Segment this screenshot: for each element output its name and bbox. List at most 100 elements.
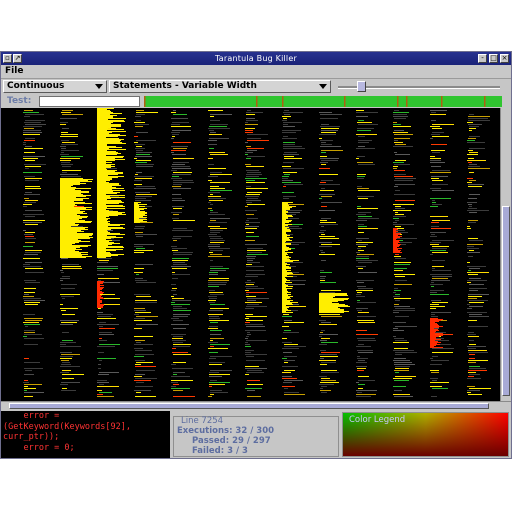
statement-mark [60,346,81,347]
statement-mark [136,154,150,155]
statement-mark [319,184,340,185]
statement-mark [282,294,291,295]
statement-mark [393,342,409,343]
statement-mark [171,318,179,319]
statement-mark [135,300,157,301]
statement-mark [282,235,290,236]
statement-mark [172,272,175,273]
statement-mark [61,364,71,365]
statement-mark [284,394,305,395]
slider-thumb[interactable] [357,81,366,92]
display-select[interactable]: Statements - Variable Width [109,80,331,93]
statement-mark [282,261,293,262]
statement-mark [357,156,365,157]
statement-mark [469,290,478,291]
statement-mark [97,234,125,235]
maximize-icon[interactable]: □ [489,54,498,63]
statement-mark [136,392,141,393]
statement-mark [60,200,83,201]
mode-select-value: Continuous [7,81,65,91]
horizontal-scroll-thumb[interactable] [9,403,489,409]
statement-mark [282,236,285,237]
mode-select[interactable]: Continuous [3,80,107,93]
statement-mark [247,140,269,141]
statement-mark [23,130,41,131]
test-results-bar[interactable] [144,96,502,107]
close-icon[interactable]: × [500,54,509,63]
statement-mark [393,116,408,117]
failed-test-mark [144,96,146,107]
statement-mark [246,306,267,307]
statement-mark [431,166,441,167]
statement-mark [60,182,80,183]
statement-mark [393,241,399,242]
statement-mark [469,206,472,207]
horizontal-scrollbar[interactable] [1,401,511,410]
statement-mark [97,179,112,180]
statement-mark [210,124,228,125]
statement-mark [97,250,116,251]
failed-test-mark [397,96,399,107]
statement-mark [23,222,42,223]
statement-mark [468,166,480,167]
menu-file[interactable]: File [5,65,23,78]
statement-mark [97,161,106,162]
source-line: (GetKeyword(Keywords[92], [3,421,131,432]
test-input[interactable] [39,96,140,107]
statement-mark [172,218,179,219]
color-legend-title: Color Legend [349,415,406,425]
statement-mark [97,199,107,200]
statement-mark [210,308,229,309]
statement-mark [134,180,142,181]
statement-mark [99,326,103,327]
color-legend-panel: Color Legend [341,411,511,458]
title-bar[interactable]: ▫ ↗ Tarantula Bug Killer - □ × [1,52,511,65]
statement-mark [430,331,436,332]
statement-mark [321,226,324,227]
statement-mark [468,124,482,125]
minimize-icon[interactable]: - [478,54,487,63]
statement-mark [282,288,292,289]
statement-mark [430,162,445,163]
statement-mark [282,206,287,207]
statement-mark [321,342,338,343]
statement-mark [60,207,92,208]
statement-mark [23,126,42,127]
statement-mark [282,226,285,227]
statement-mark [393,252,402,253]
statement-mark [247,192,262,193]
statement-mark [395,316,409,317]
statement-mark [97,190,125,191]
statement-mark [356,366,367,367]
statement-mark [430,244,439,245]
vertical-scroll-thumb[interactable] [502,206,510,396]
statement-mark [394,142,403,143]
statement-mark [467,280,487,281]
statement-mark [282,216,293,217]
statement-mark [319,298,349,299]
chevron-down-icon[interactable] [95,84,103,89]
statement-mark [172,186,181,187]
statement-mark [97,207,107,208]
statement-mark [23,298,41,299]
vertical-scrollbar[interactable] [500,108,511,401]
statement-mark [321,160,338,161]
statement-mark [209,272,218,273]
statement-mark [282,223,285,224]
code-overview[interactable] [1,108,500,401]
statement-mark [172,274,190,275]
statement-mark [97,301,102,302]
statement-mark [393,229,398,230]
statement-mark [395,366,410,367]
statement-mark [23,132,42,133]
statement-mark [62,114,83,115]
statement-mark [393,296,400,297]
statement-mark [283,148,305,149]
zoom-slider[interactable] [338,81,500,93]
statement-mark [60,190,81,191]
statement-mark [23,322,39,323]
statement-mark [61,284,77,285]
statement-mark [394,176,413,177]
statement-mark [23,156,45,157]
chevron-down-icon[interactable] [319,84,327,89]
